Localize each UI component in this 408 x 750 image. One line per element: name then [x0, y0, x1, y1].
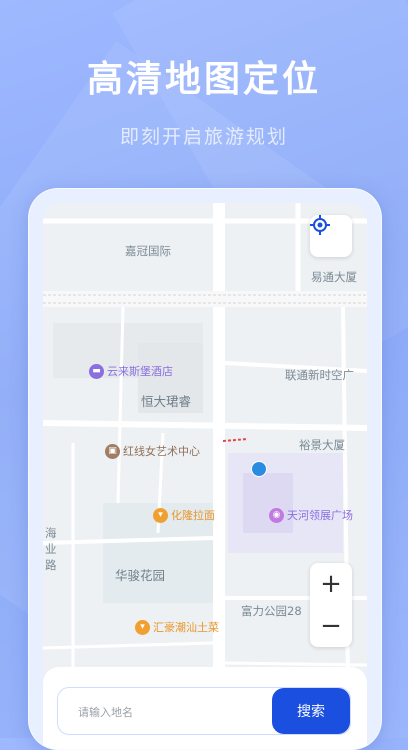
page-title: 高清地图定位	[86, 59, 321, 100]
phone-frame: 嘉冠国际 易通大厦 联通新时空广 恒大珺睿 裕景大厦 华骏花园 富力公园28 海…	[28, 188, 382, 750]
map-label-road: 海 业 路	[45, 526, 57, 572]
poi-art-center[interactable]: ▣ 红线女艺术中心	[105, 443, 200, 459]
poi-label: 汇豪潮汕土菜	[153, 621, 219, 634]
search-input[interactable]	[76, 688, 270, 736]
poi-chaoshan[interactable]: ▾ 汇豪潮汕土菜	[135, 619, 219, 635]
map-view[interactable]: 嘉冠国际 易通大厦 联通新时空广 恒大珺睿 裕景大厦 华骏花园 富力公园28 海…	[43, 203, 367, 683]
page-subtitle: 即刻开启旅游规划	[119, 126, 288, 148]
poi-label: 化隆拉面	[171, 509, 215, 522]
map-label: 华骏花园	[115, 568, 166, 583]
poi-label: 云来斯堡酒店	[107, 365, 173, 378]
restaurant-icon: ▾	[153, 507, 168, 523]
locate-button[interactable]	[310, 215, 352, 257]
map-label: 恒大珺睿	[141, 394, 192, 409]
poi-ramen[interactable]: ▾ 化隆拉面	[153, 507, 215, 523]
poi-label: 天河领展广场	[287, 509, 353, 522]
shopping-icon: ◉	[269, 507, 284, 523]
zoom-in-button[interactable]: +	[310, 563, 352, 605]
search-button[interactable]: 搜索	[272, 688, 350, 734]
poi-label: 红线女艺术中心	[123, 445, 200, 458]
poi-tianhe[interactable]: ◉ 天河领展广场	[269, 507, 353, 523]
map-label: 联通新时空广	[285, 368, 354, 382]
poi-hotel[interactable]: ▬ 云来斯堡酒店	[89, 363, 173, 379]
map-label: 裕景大厦	[299, 438, 345, 452]
hotel-icon: ▬	[89, 363, 104, 379]
bus-stop-icon[interactable]	[251, 461, 267, 477]
map-label: 富力公园28	[241, 604, 302, 618]
map-label: 嘉冠国际	[125, 244, 171, 258]
building-icon: ▣	[105, 443, 120, 459]
map-label: 易通大厦	[311, 270, 357, 284]
zoom-controls: + −	[310, 563, 352, 647]
restaurant-icon: ▾	[135, 619, 150, 635]
crosshair-icon	[310, 215, 330, 235]
search-box: 搜索	[57, 687, 351, 736]
zoom-out-button[interactable]: −	[310, 605, 352, 647]
